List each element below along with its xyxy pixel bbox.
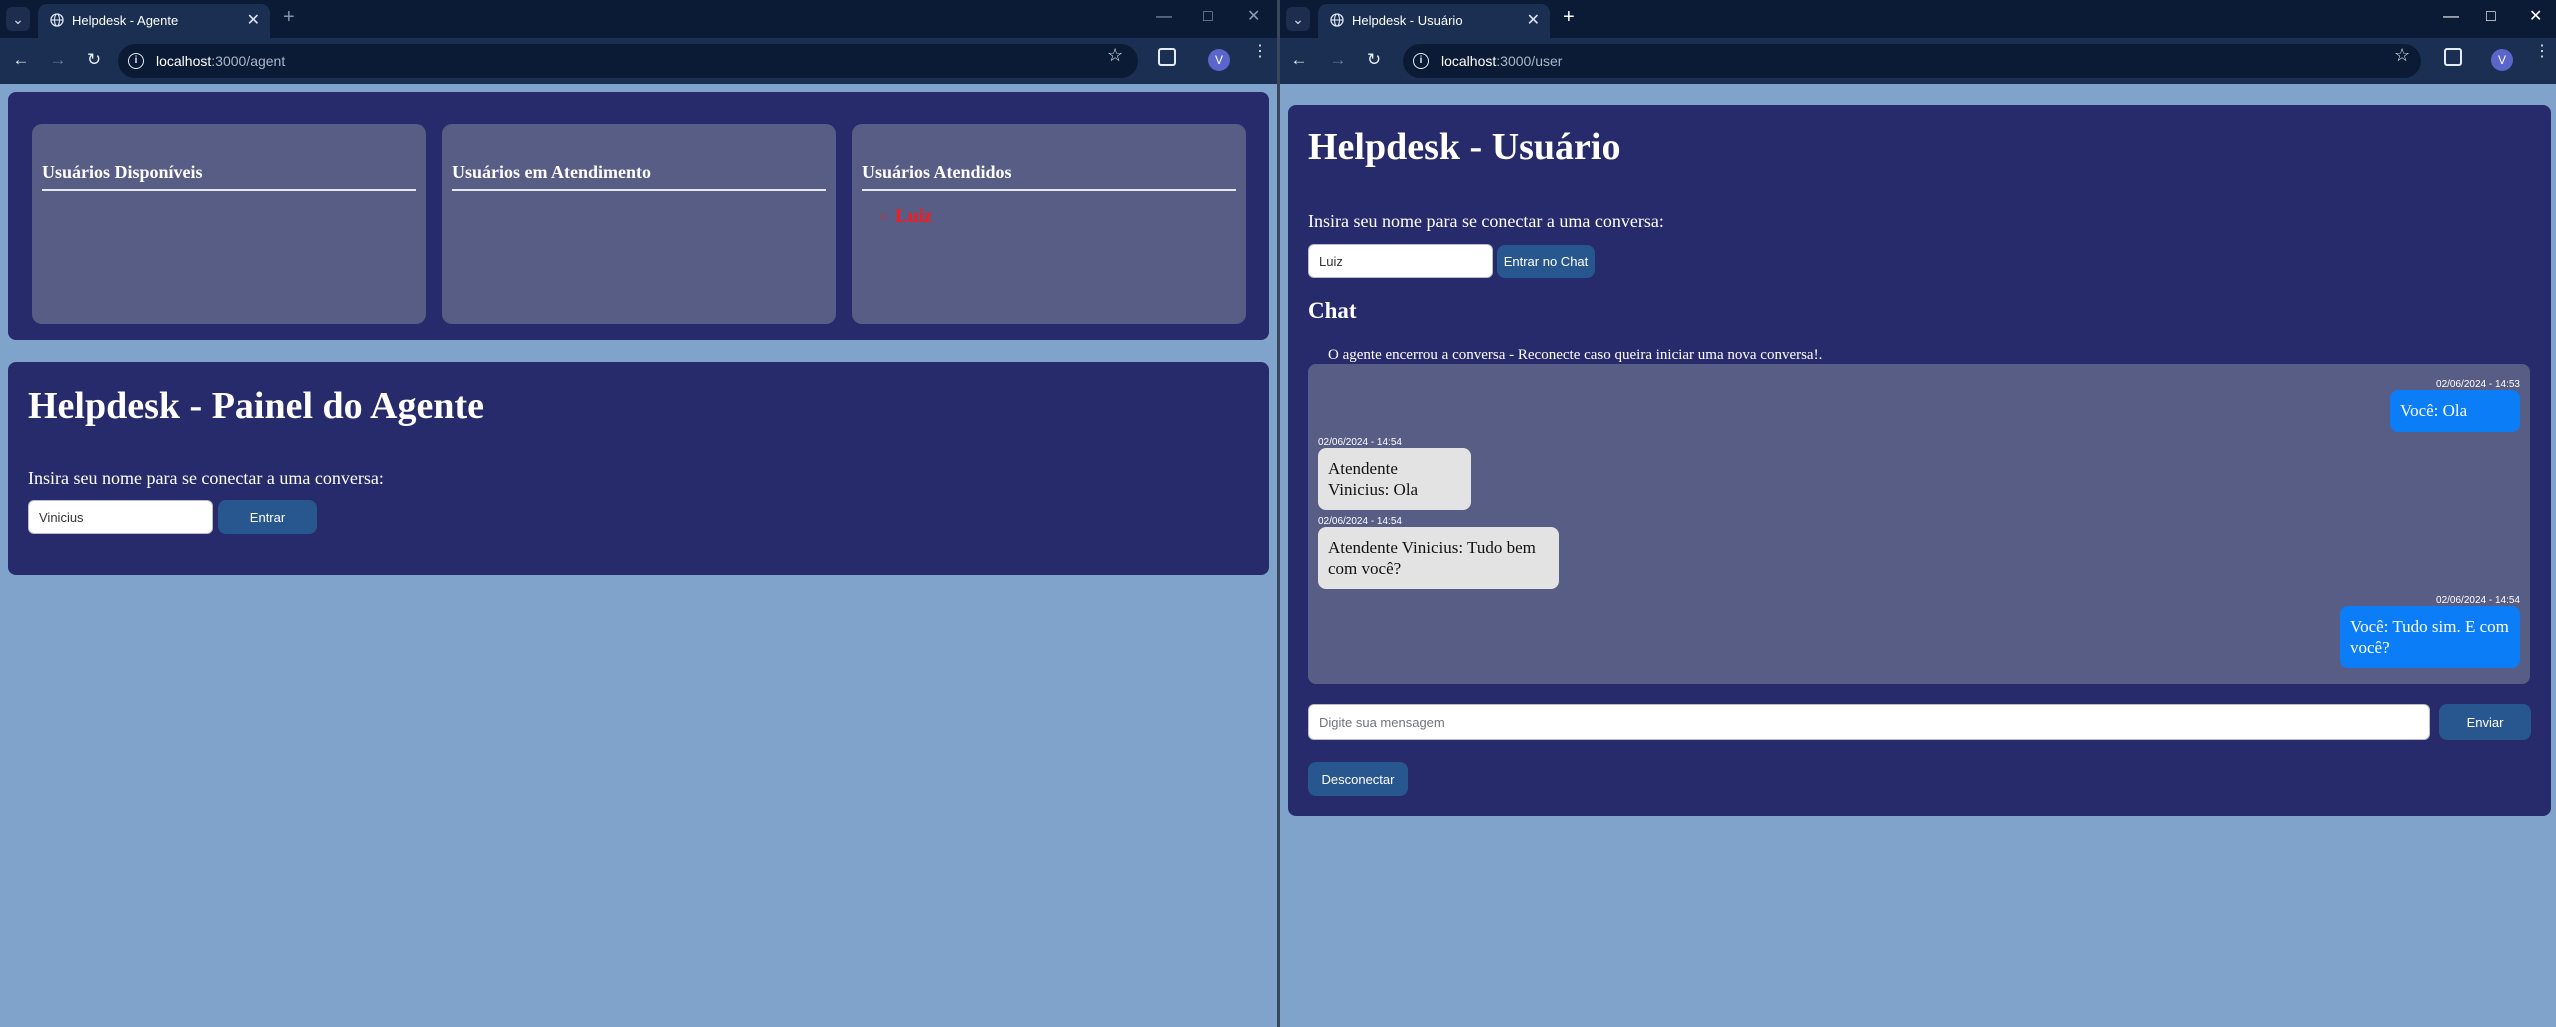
agent-connect-panel: Helpdesk - Painel do Agente Insira seu n… bbox=[8, 362, 1269, 575]
close-window-icon[interactable]: ✕ bbox=[1247, 8, 1260, 26]
tab-title: Helpdesk - Usuário bbox=[1352, 13, 1463, 28]
profile-avatar[interactable]: V bbox=[2491, 49, 2513, 71]
attended-user-item[interactable]: Luiz bbox=[880, 206, 932, 228]
tab-close-icon[interactable]: ✕ bbox=[247, 10, 260, 30]
globe-icon bbox=[50, 13, 64, 27]
connect-prompt: Insira seu nome para se conectar a uma c… bbox=[28, 468, 384, 488]
url-text: localhost:3000/agent bbox=[156, 53, 286, 69]
message-timestamp: 02/06/2024 - 14:54 bbox=[2436, 595, 2520, 606]
forward-arrow-icon[interactable]: → bbox=[47, 49, 69, 71]
message-bubble-user: Você: Ola bbox=[2390, 390, 2520, 432]
minimize-icon[interactable]: — bbox=[2443, 8, 2459, 26]
address-bar[interactable]: i localhost:3000/user bbox=[1403, 44, 2421, 78]
reload-icon[interactable]: ↻ bbox=[1363, 49, 1385, 71]
browser-menu-icon[interactable]: ⋮ bbox=[1252, 44, 1268, 60]
message-bubble-agent: Atendente Vinicius: Ola bbox=[1318, 448, 1471, 510]
in-service-users-card: Usuários em Atendimento bbox=[442, 124, 836, 324]
available-users-title: Usuários Disponíveis bbox=[42, 162, 416, 191]
user-browser-window: ⌄ Helpdesk - Usuário ✕ + — □ ✕ ← → ↻ i l… bbox=[1280, 0, 2556, 1027]
tab-strip: ⌄ Helpdesk - Usuário ✕ + — □ ✕ bbox=[1280, 0, 2556, 38]
agent-name-input[interactable] bbox=[28, 500, 213, 534]
extensions-icon[interactable] bbox=[2444, 48, 2462, 66]
agent-page: Usuários Disponíveis Usuários em Atendim… bbox=[0, 84, 1277, 1027]
tab-helpdesk-agente[interactable]: Helpdesk - Agente ✕ bbox=[38, 4, 270, 38]
browser-toolbar: ← → ↻ i localhost:3000/user ☆ V ⋮ bbox=[1280, 38, 2556, 84]
connect-prompt: Insira seu nome para se conectar a uma c… bbox=[1308, 211, 1664, 231]
chat-messages[interactable]: 02/06/2024 - 14:53 Você: Ola 02/06/2024 … bbox=[1308, 364, 2530, 684]
browser-toolbar: ← → ↻ i localhost:3000/agent ☆ V ⋮ bbox=[0, 38, 1277, 84]
maximize-icon[interactable]: □ bbox=[2486, 8, 2496, 26]
attended-users-card: Usuários Atendidos Luiz bbox=[852, 124, 1246, 324]
tab-helpdesk-usuario[interactable]: Helpdesk - Usuário ✕ bbox=[1318, 4, 1550, 38]
message-bubble-agent: Atendente Vinicius: Tudo bem com você? bbox=[1318, 527, 1559, 589]
new-tab-plus-icon[interactable]: + bbox=[283, 6, 295, 29]
extensions-icon[interactable] bbox=[1158, 48, 1176, 66]
available-users-card: Usuários Disponíveis bbox=[32, 124, 426, 324]
new-tab-plus-icon[interactable]: + bbox=[1563, 6, 1575, 29]
forward-arrow-icon[interactable]: → bbox=[1327, 49, 1349, 71]
reload-icon[interactable]: ↻ bbox=[83, 49, 105, 71]
message-bubble-user: Você: Tudo sim. E com você? bbox=[2340, 606, 2520, 668]
address-bar[interactable]: i localhost:3000/agent bbox=[118, 44, 1138, 78]
tab-title: Helpdesk - Agente bbox=[72, 13, 179, 28]
user-name-input[interactable] bbox=[1308, 244, 1493, 278]
tab-search-chevron-icon[interactable]: ⌄ bbox=[6, 7, 30, 31]
message-timestamp: 02/06/2024 - 14:53 bbox=[2436, 379, 2520, 390]
back-arrow-icon[interactable]: ← bbox=[10, 49, 32, 71]
site-info-icon[interactable]: i bbox=[1413, 53, 1429, 69]
message-timestamp: 02/06/2024 - 14:54 bbox=[1318, 437, 1402, 448]
bookmark-star-icon[interactable]: ☆ bbox=[1107, 45, 1123, 66]
enter-button[interactable]: Entrar bbox=[218, 500, 317, 534]
browser-menu-icon[interactable]: ⋮ bbox=[2534, 44, 2550, 60]
tab-strip: ⌄ Helpdesk - Agente ✕ + — □ ✕ bbox=[0, 0, 1277, 38]
minimize-icon[interactable]: — bbox=[1156, 8, 1172, 26]
globe-icon bbox=[1330, 13, 1344, 27]
page-title: Helpdesk - Painel do Agente bbox=[28, 385, 485, 427]
attended-users-title: Usuários Atendidos bbox=[862, 162, 1236, 191]
tab-close-icon[interactable]: ✕ bbox=[1527, 10, 1540, 30]
send-button[interactable]: Enviar bbox=[2439, 704, 2531, 740]
page-title: Helpdesk - Usuário bbox=[1308, 126, 1621, 168]
back-arrow-icon[interactable]: ← bbox=[1288, 49, 1310, 71]
agent-browser-window: ⌄ Helpdesk - Agente ✕ + — □ ✕ ← → ↻ i lo… bbox=[0, 0, 1277, 1027]
attended-users-list: Luiz bbox=[880, 206, 932, 228]
message-input[interactable] bbox=[1308, 704, 2430, 740]
message-timestamp: 02/06/2024 - 14:54 bbox=[1318, 516, 1402, 527]
site-info-icon[interactable]: i bbox=[128, 53, 144, 69]
user-chat-panel: Helpdesk - Usuário Insira seu nome para … bbox=[1288, 105, 2551, 816]
bookmark-star-icon[interactable]: ☆ bbox=[2394, 45, 2410, 66]
url-text: localhost:3000/user bbox=[1441, 53, 1563, 69]
tab-search-chevron-icon[interactable]: ⌄ bbox=[1286, 7, 1310, 31]
user-page: Helpdesk - Usuário Insira seu nome para … bbox=[1280, 84, 2556, 1027]
enter-chat-button[interactable]: Entrar no Chat bbox=[1497, 245, 1595, 278]
chat-heading: Chat bbox=[1308, 298, 1357, 323]
users-panel: Usuários Disponíveis Usuários em Atendim… bbox=[8, 92, 1269, 340]
conversation-ended-notice: O agente encerrou a conversa - Reconecte… bbox=[1328, 347, 1823, 363]
in-service-users-title: Usuários em Atendimento bbox=[452, 162, 826, 191]
profile-avatar[interactable]: V bbox=[1208, 49, 1230, 71]
close-window-icon[interactable]: ✕ bbox=[2529, 8, 2542, 26]
disconnect-button[interactable]: Desconectar bbox=[1308, 762, 1408, 796]
maximize-icon[interactable]: □ bbox=[1203, 8, 1213, 26]
